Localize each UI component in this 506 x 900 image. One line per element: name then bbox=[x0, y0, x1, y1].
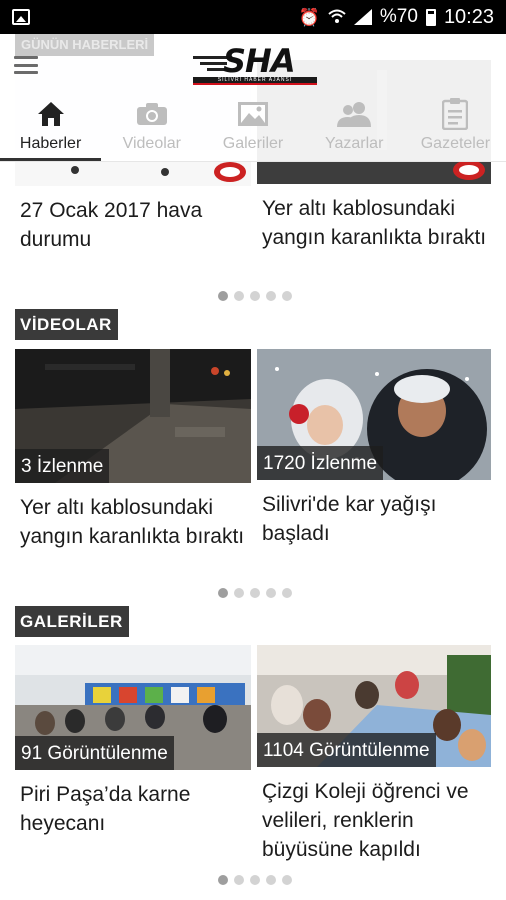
sha-logo[interactable]: SHA SİLİVRİ HABER AJANSI bbox=[193, 44, 317, 86]
image-icon bbox=[12, 9, 30, 25]
gallery-icon bbox=[237, 99, 269, 129]
pager-dot[interactable] bbox=[234, 875, 244, 885]
tab-galeriler[interactable]: Galeriler bbox=[202, 92, 303, 161]
logo-text: SHA bbox=[223, 42, 296, 80]
video-title-2: Silivri'de kar yağışı başladı bbox=[262, 493, 437, 545]
news-pager[interactable] bbox=[0, 291, 506, 301]
videos-section-label[interactable]: VİDEOLAR bbox=[15, 309, 118, 340]
battery-percent: %70 bbox=[379, 6, 418, 27]
battery-icon bbox=[425, 8, 436, 26]
pager-dot[interactable] bbox=[218, 291, 228, 301]
video-card-2[interactable]: 1720 İzlenme Silivri'de kar yağışı başla… bbox=[257, 349, 493, 548]
tab-label: Haberler bbox=[19, 135, 82, 152]
news-title-1: 27 Ocak 2017 hava durumu bbox=[20, 199, 203, 251]
pager-dot[interactable] bbox=[250, 588, 260, 598]
tab-yazarlar[interactable]: Yazarlar bbox=[304, 92, 405, 161]
tab-videolar[interactable]: Videolar bbox=[101, 92, 202, 161]
videos-pager[interactable] bbox=[0, 588, 506, 598]
home-icon bbox=[37, 99, 65, 129]
tab-label: Videolar bbox=[122, 135, 182, 152]
gallery-card-2[interactable]: 1104 Görüntülenme Çizgi Koleji öğrenci v… bbox=[257, 645, 493, 864]
signal-icon bbox=[353, 9, 372, 25]
gallery-thumbnail-2: 1104 Görüntülenme bbox=[257, 645, 493, 767]
pager-dot[interactable] bbox=[282, 291, 292, 301]
pager-dot[interactable] bbox=[250, 291, 260, 301]
tab-label: Galeriler bbox=[222, 135, 284, 152]
logo-subtext: SİLİVRİ HABER AJANSI bbox=[193, 77, 317, 85]
galleries-section-label[interactable]: GALERİLER bbox=[15, 606, 129, 637]
pager-dot[interactable] bbox=[282, 588, 292, 598]
pager-dot[interactable] bbox=[250, 875, 260, 885]
galleries-pager[interactable] bbox=[0, 875, 506, 885]
ghost-section-label: GÜNÜN HABERLERİ bbox=[15, 34, 155, 56]
gallery-title-1: Piri Paşa’da karne heyecanı bbox=[20, 783, 191, 835]
alarm-icon: ⏰ bbox=[298, 7, 320, 27]
pager-dot[interactable] bbox=[234, 291, 244, 301]
tab-label: Gazeteler bbox=[420, 135, 491, 152]
pager-dot[interactable] bbox=[282, 875, 292, 885]
video-thumbnail-2: 1720 İzlenme bbox=[257, 349, 493, 480]
tab-label: Yazarlar bbox=[325, 135, 384, 152]
clock: 10:23 bbox=[443, 5, 494, 28]
tab-haberler[interactable]: Haberler bbox=[0, 92, 102, 161]
menu-icon[interactable] bbox=[14, 56, 38, 74]
gallery-title-2: Çizgi Koleji öğrenci ve velileri, renkle… bbox=[262, 780, 469, 861]
wifi-icon bbox=[328, 9, 346, 25]
pager-dot[interactable] bbox=[218, 588, 228, 598]
news-title-2: Yer altı kablosundaki yangın karanlıkta … bbox=[262, 197, 487, 249]
pager-dot[interactable] bbox=[266, 875, 276, 885]
tab-gazeteler[interactable]: Gazeteler bbox=[405, 92, 506, 161]
gallery-views-2: 1104 Görüntülenme bbox=[257, 733, 436, 767]
camera-icon bbox=[136, 99, 168, 129]
video-card-1[interactable]: 3 İzlenme Yer altı kablosundaki yangın k… bbox=[15, 349, 251, 551]
pager-dot[interactable] bbox=[266, 588, 276, 598]
gallery-views-1: 91 Görüntülenme bbox=[15, 736, 174, 770]
video-title-1: Yer altı kablosundaki yangın karanlıkta … bbox=[20, 496, 245, 548]
gallery-card-1[interactable]: 91 Görüntülenme Piri Paşa’da karne heyec… bbox=[15, 645, 251, 838]
pager-dot[interactable] bbox=[218, 875, 228, 885]
tab-bar: Haberler Videolar Galeriler Yazarlar Gaz… bbox=[0, 92, 506, 162]
pager-dot[interactable] bbox=[234, 588, 244, 598]
app-header: GÜNÜN HABERLERİ SHA SİLİVRİ HABER AJANSI bbox=[0, 34, 506, 92]
pager-dot[interactable] bbox=[266, 291, 276, 301]
users-icon bbox=[337, 99, 372, 129]
gallery-thumbnail-1: 91 Görüntülenme bbox=[15, 645, 251, 770]
video-views-2: 1720 İzlenme bbox=[257, 446, 384, 480]
video-views-1: 3 İzlenme bbox=[15, 449, 110, 483]
clipboard-icon bbox=[442, 98, 469, 130]
video-thumbnail-1: 3 İzlenme bbox=[15, 349, 251, 483]
status-bar: ⏰ %70 10:23 bbox=[0, 0, 506, 34]
